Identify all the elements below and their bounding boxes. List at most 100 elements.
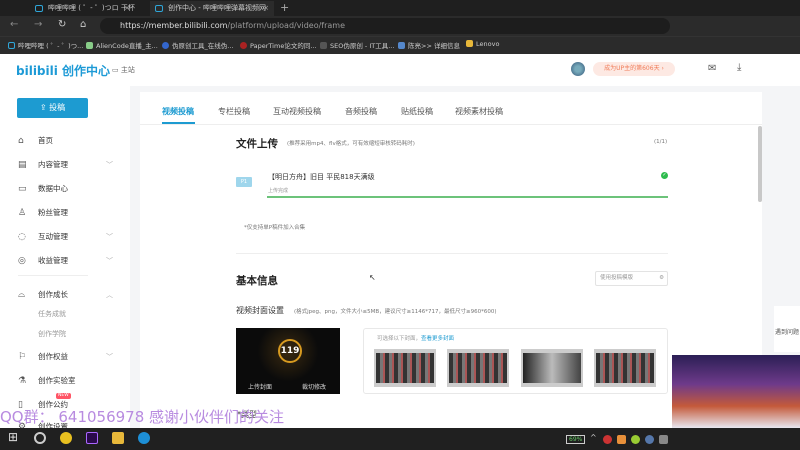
sidebar-item-icon: ◎: [18, 256, 26, 266]
tray-chevron-icon[interactable]: ^: [590, 433, 597, 442]
check-icon: ✓: [661, 172, 668, 179]
upload-hint: (推荐采用mp4、flv格式，可有效缩短审核转码耗时): [287, 141, 415, 147]
tray-app-icon[interactable]: [631, 435, 640, 444]
chevron-icon: ︿: [106, 291, 113, 299]
cover-number: 119: [278, 339, 302, 363]
upload-title: 文件上传: [236, 138, 278, 150]
stream-overlay-image: [672, 355, 800, 428]
edge-icon[interactable]: [138, 432, 150, 444]
sidebar-item[interactable]: ⌂ 首页: [18, 135, 113, 147]
help-button[interactable]: 遇到问题: [774, 306, 800, 352]
tab-4[interactable]: 贴纸投稿: [401, 106, 433, 117]
tab-0[interactable]: 视频投稿: [162, 106, 194, 117]
mouse-cursor-icon: ↖: [369, 273, 376, 282]
crop-cover-button[interactable]: 裁切修改: [302, 382, 326, 391]
upload-count: (1/1): [654, 139, 668, 145]
new-badge: NEW: [56, 393, 71, 399]
sidebar-item[interactable]: ◌ 互动管理 ﹀: [18, 231, 113, 243]
sidebar-item[interactable]: ▭ 数据中心: [18, 183, 113, 195]
new-tab-button[interactable]: +: [280, 1, 289, 14]
bookmark-folder[interactable]: Lenovo: [466, 40, 499, 48]
chevron-icon: ﹀: [106, 233, 113, 241]
template-select[interactable]: 使用投稿模版 ⚙: [595, 271, 668, 286]
battery-indicator[interactable]: 69%: [566, 435, 586, 444]
back-icon[interactable]: ←: [10, 19, 18, 30]
file-name[interactable]: 【明日方舟】旧目 平民818天满级: [268, 172, 375, 182]
sidebar-item-icon: ⚐: [18, 352, 27, 362]
bookmark[interactable]: 哔哩哔哩 ( ゜- ゜)つ...: [8, 40, 83, 50]
sidebar-subitem[interactable]: 创作学院: [38, 329, 66, 339]
sidebar-item-icon: ⌂: [18, 136, 24, 146]
windows-start-icon[interactable]: ⊞: [8, 430, 18, 444]
chevron-icon: ﹀: [106, 161, 113, 169]
cover-thumbnail[interactable]: [521, 349, 583, 387]
obs-icon[interactable]: [34, 432, 46, 444]
sidebar-item[interactable]: ⌓ 创作成长 ︿: [18, 289, 113, 301]
bookmark[interactable]: PaperTime论文的同...: [240, 40, 317, 50]
tab-1[interactable]: 专栏投稿: [218, 106, 250, 117]
basic-info-title: 基本信息: [236, 275, 278, 287]
file-explorer-icon[interactable]: [112, 432, 124, 444]
close-icon[interactable]: ×: [263, 1, 269, 16]
sidebar-item[interactable]: ◎ 收益管理 ﹀: [18, 255, 113, 267]
home-link[interactable]: ▭ 主站: [112, 65, 135, 75]
cover-thumbnail[interactable]: [594, 349, 656, 387]
logo[interactable]: bilibili 创作中心: [16, 62, 110, 79]
settings-icon: ⚙: [659, 275, 664, 281]
cover-title: 视频封面设置: [236, 306, 284, 315]
browser-tab[interactable]: 哔哩哔哩 ( ゜- ゜)つロ 干杯~-bili×: [30, 1, 135, 16]
upload-progress-bar: [267, 196, 668, 198]
sidebar-item[interactable]: ⚐ 创作权益 ﹀: [18, 351, 113, 363]
browser-tab-active[interactable]: 创作中心 - 哔哩哔哩弹幕视频网 ×: [150, 1, 274, 16]
tray-app-icon[interactable]: [617, 435, 626, 444]
upload-cover-button[interactable]: 上传封面: [248, 382, 272, 391]
sidebar-item-icon: ⌓: [18, 290, 26, 300]
cover-thumbnail[interactable]: [447, 349, 509, 387]
sidebar-item-icon: ▭: [18, 184, 27, 194]
avatar[interactable]: [571, 62, 585, 76]
sidebar-item[interactable]: ▤ 内容管理 ﹀: [18, 159, 113, 171]
steam-icon[interactable]: [645, 435, 654, 444]
forward-icon[interactable]: →: [34, 19, 42, 30]
tab-3[interactable]: 音频投稿: [345, 106, 377, 117]
cover-hint: (格式jpeg、png，文件大小≤5MB，建议尺寸≥1146*717，最低尺寸≥…: [294, 309, 497, 315]
bookmark[interactable]: SEO伪原创 - IT工具...: [320, 40, 394, 50]
bilibili-icon: [155, 5, 163, 12]
sidebar-item[interactable]: ⚗ 创作实验室: [18, 375, 113, 387]
mail-icon[interactable]: ✉: [708, 63, 716, 74]
tray-app-icon[interactable]: [603, 435, 612, 444]
app-icon[interactable]: [60, 432, 72, 444]
overlay-text: QQ群： 641056978 感谢小伙伴们的关注: [0, 408, 285, 426]
more-covers-link[interactable]: 查看更多封面: [421, 336, 454, 342]
tray-app-icon[interactable]: [659, 435, 668, 444]
sidebar-subitem[interactable]: 任务成就: [38, 309, 66, 319]
tab-5[interactable]: 视频素材投稿: [455, 106, 503, 117]
download-icon[interactable]: ⤓: [737, 62, 741, 73]
sidebar-item-icon: ▤: [18, 160, 27, 170]
scrollbar[interactable]: [758, 126, 762, 202]
active-tab-indicator: [162, 122, 195, 124]
bilibili-icon: [35, 5, 43, 12]
bookmark[interactable]: 陈亮>> 详细信息: [398, 40, 460, 50]
video-part-icon: P1: [236, 177, 252, 187]
close-icon[interactable]: ×: [124, 1, 130, 16]
bookmark[interactable]: AlienCode直播_主...: [86, 40, 158, 50]
chevron-icon: ﹀: [106, 353, 113, 361]
up-days-badge[interactable]: 成为UP主的第606天 ›: [593, 62, 675, 76]
chevron-icon: ﹀: [106, 257, 113, 265]
bookmark[interactable]: 伪原创工具_在线伪...: [162, 40, 233, 50]
url-input[interactable]: https://member.bilibili.com/platform/upl…: [100, 18, 670, 34]
tab-2[interactable]: 互动视频投稿: [273, 106, 321, 117]
cover-thumbnail[interactable]: [374, 349, 436, 387]
sidebar-item[interactable]: ♙ 粉丝管理: [18, 207, 113, 219]
post-button[interactable]: ⇪ 投稿: [17, 98, 88, 118]
sidebar-item-icon: ♙: [18, 208, 27, 218]
premiere-icon[interactable]: [86, 432, 98, 444]
sidebar-item-icon: ⚗: [18, 376, 27, 386]
sidebar-divider: [18, 275, 88, 276]
home-icon[interactable]: ⌂: [80, 19, 86, 30]
browser-tab-bar: 哔哩哔哩 ( ゜- ゜)つロ 干杯~-bili× 创作中心 - 哔哩哔哩弹幕视频…: [0, 0, 800, 16]
reload-icon[interactable]: ↻: [58, 19, 66, 30]
upload-status: 上传完成: [268, 188, 289, 194]
section-divider: [236, 253, 668, 254]
